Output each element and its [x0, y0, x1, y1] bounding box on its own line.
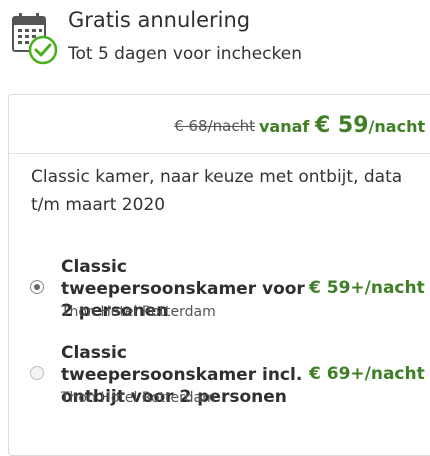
- room-option[interactable]: Classic tweepersoonskamer incl. ontbijt …: [9, 339, 425, 419]
- price-amount: € 59: [314, 113, 369, 138]
- calendar-check-icon: [12, 13, 58, 65]
- old-price: € 68/nacht: [174, 117, 255, 135]
- offer-description: Classic kamer, naar keuze met ontbijt, d…: [31, 167, 403, 215]
- room-option-price: € 59+/nacht: [309, 278, 425, 298]
- room-option-hotel: Thon Hotel Rotterdam: [61, 390, 216, 406]
- room-option-price: € 69+/nacht: [309, 364, 425, 384]
- cancellation-title: Gratis annulering: [68, 8, 251, 32]
- room-option-hotel: Thon Hotel Rotterdam: [61, 304, 216, 320]
- from-label: vanaf: [259, 117, 310, 136]
- price-unit: /nacht: [368, 117, 426, 136]
- room-option-radio[interactable]: [30, 366, 44, 380]
- room-option-radio[interactable]: [30, 280, 44, 294]
- offer-card: € 68/nacht vanaf € 59/nacht Classic kame…: [8, 94, 430, 456]
- room-option[interactable]: Classic tweepersoonskamer voor 2 persone…: [9, 253, 425, 333]
- divider: [9, 153, 430, 154]
- price-row: € 68/nacht vanaf € 59/nacht: [9, 95, 425, 153]
- free-cancellation-banner: Gratis annulering Tot 5 dagen voor inche…: [0, 0, 430, 80]
- cancellation-subtitle: Tot 5 dagen voor inchecken: [68, 44, 302, 64]
- current-price: vanaf € 59/nacht: [259, 113, 425, 138]
